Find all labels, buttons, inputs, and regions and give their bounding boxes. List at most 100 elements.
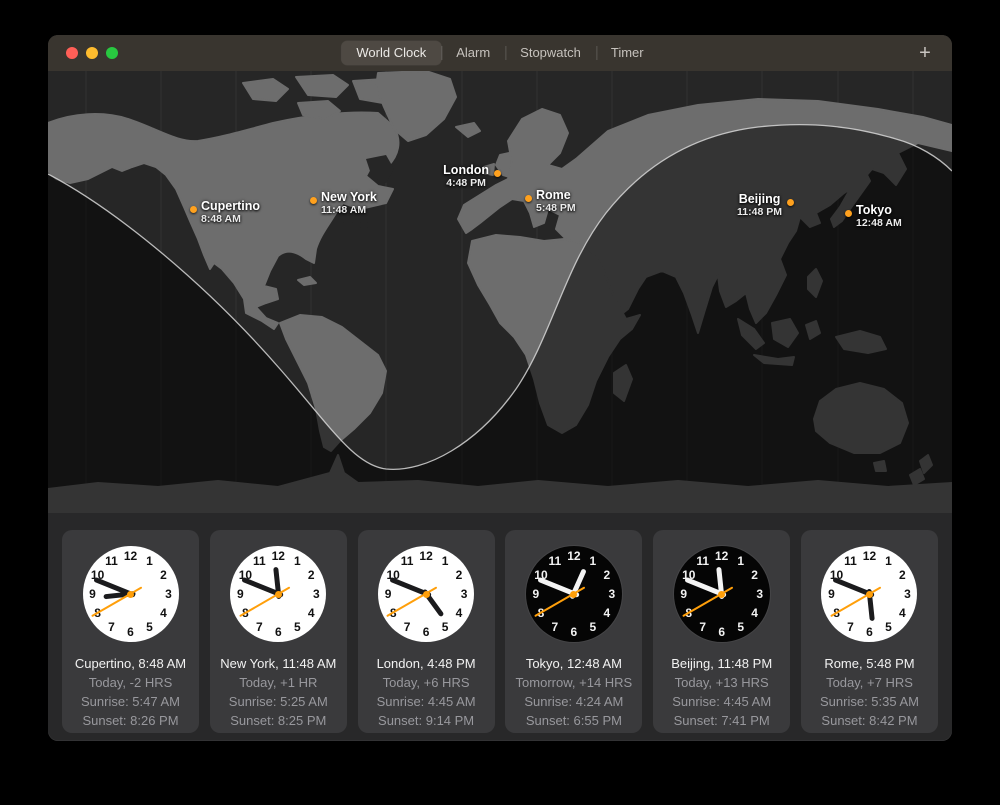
clock-numeral: 11 xyxy=(105,554,118,568)
card-city-time: Beijing, 11:48 PM xyxy=(653,654,790,673)
card-sunset: Sunset: 8:42 PM xyxy=(801,711,938,730)
clock-numeral: 4 xyxy=(603,606,610,620)
tab-world-clock[interactable]: World Clock xyxy=(341,41,441,65)
clock-numeral: 2 xyxy=(308,568,315,582)
clock-numeral: 9 xyxy=(680,587,687,601)
card-city-time: New York, 11:48 AM xyxy=(210,654,347,673)
second-hand xyxy=(91,587,142,617)
card-sunrise: Sunrise: 5:35 AM xyxy=(801,692,938,711)
clock-numeral: 5 xyxy=(590,620,597,634)
clock-numeral: 2 xyxy=(899,568,906,582)
clock-numeral: 11 xyxy=(401,554,414,568)
clock-numeral: 9 xyxy=(89,587,96,601)
map-city-time: 12:48 AM xyxy=(856,217,902,230)
clock-numeral: 6 xyxy=(866,625,873,639)
map-city-time: 8:48 AM xyxy=(201,213,260,226)
clock-center-cap-icon xyxy=(275,591,282,598)
clock-numeral: 12 xyxy=(419,549,432,563)
world-clock-card[interactable]: 123456789101112 Tokyo, 12:48 AM Tomorrow… xyxy=(505,530,642,733)
map-city-time: 5:48 PM xyxy=(536,202,576,215)
second-hand xyxy=(535,587,586,617)
minimize-button[interactable] xyxy=(86,47,98,59)
world-clock-card[interactable]: 123456789101112 Cupertino, 8:48 AM Today… xyxy=(62,530,199,733)
clock-numeral: 11 xyxy=(844,554,857,568)
analog-clock: 123456789101112 xyxy=(821,546,917,642)
clock-center-cap-icon xyxy=(718,591,725,598)
clock-numeral: 4 xyxy=(308,606,315,620)
world-clock-card[interactable]: 123456789101112 Beijing, 11:48 PM Today,… xyxy=(653,530,790,733)
card-relative-offset: Today, +13 HRS xyxy=(653,673,790,692)
clock-center-cap-icon xyxy=(127,591,134,598)
world-map-svg xyxy=(48,71,952,513)
clock-numeral: 3 xyxy=(609,587,616,601)
card-relative-offset: Today, -2 HRS xyxy=(62,673,199,692)
clock-numeral: 1 xyxy=(294,554,301,568)
analog-clock: 123456789101112 xyxy=(230,546,326,642)
clock-numeral: 2 xyxy=(603,568,610,582)
clock-numeral: 6 xyxy=(571,625,578,639)
clock-numeral: 7 xyxy=(847,620,854,634)
card-sunrise: Sunrise: 4:45 AM xyxy=(358,692,495,711)
card-city-time: Tokyo, 12:48 AM xyxy=(505,654,642,673)
traffic-lights xyxy=(66,47,118,59)
clock-numeral: 6 xyxy=(275,625,282,639)
clock-numeral: 3 xyxy=(165,587,172,601)
world-clock-card[interactable]: 123456789101112 New York, 11:48 AM Today… xyxy=(210,530,347,733)
card-sunrise: Sunrise: 4:24 AM xyxy=(505,692,642,711)
clock-numeral: 1 xyxy=(885,554,892,568)
map-city-name: Tokyo xyxy=(856,204,902,217)
tab-timer[interactable]: Timer xyxy=(596,41,659,65)
clock-numeral: 2 xyxy=(160,568,167,582)
clock-numeral: 9 xyxy=(385,587,392,601)
city-dot-icon xyxy=(190,206,197,213)
clock-numeral: 6 xyxy=(718,625,725,639)
card-relative-offset: Today, +7 HRS xyxy=(801,673,938,692)
clock-numeral: 9 xyxy=(828,587,835,601)
map-city-name: Rome xyxy=(536,189,576,202)
city-dot-icon xyxy=(310,197,317,204)
card-relative-offset: Tomorrow, +14 HRS xyxy=(505,673,642,692)
map-city-time: 11:48 AM xyxy=(321,204,377,217)
clock-numeral: 2 xyxy=(751,568,758,582)
city-cards-row: 123456789101112 Cupertino, 8:48 AM Today… xyxy=(48,513,952,733)
city-dot-icon xyxy=(787,199,794,206)
analog-clock: 123456789101112 xyxy=(378,546,474,642)
clock-numeral: 12 xyxy=(715,549,728,563)
clock-numeral: 7 xyxy=(552,620,559,634)
analog-clock: 123456789101112 xyxy=(526,546,622,642)
clock-center-cap-icon xyxy=(570,591,577,598)
clock-numeral: 7 xyxy=(699,620,706,634)
analog-clock: 123456789101112 xyxy=(674,546,770,642)
add-clock-button[interactable]: + xyxy=(912,41,938,65)
close-button[interactable] xyxy=(66,47,78,59)
card-sunset: Sunset: 8:25 PM xyxy=(210,711,347,730)
analog-clock: 123456789101112 xyxy=(83,546,179,642)
clock-numeral: 11 xyxy=(696,554,709,568)
clock-numeral: 7 xyxy=(404,620,411,634)
card-sunset: Sunset: 6:55 PM xyxy=(505,711,642,730)
clock-numeral: 7 xyxy=(108,620,115,634)
clock-center-cap-icon xyxy=(866,591,873,598)
clock-numeral: 11 xyxy=(549,554,562,568)
world-clock-card[interactable]: 123456789101112 London, 4:48 PM Today, +… xyxy=(358,530,495,733)
zoom-button[interactable] xyxy=(106,47,118,59)
clock-numeral: 1 xyxy=(146,554,153,568)
clock-numeral: 5 xyxy=(885,620,892,634)
clock-numeral: 3 xyxy=(313,587,320,601)
clock-numeral: 5 xyxy=(737,620,744,634)
card-relative-offset: Today, +1 HR xyxy=(210,673,347,692)
tab-stopwatch[interactable]: Stopwatch xyxy=(505,41,596,65)
map-city-name: New York xyxy=(321,191,377,204)
clock-numeral: 3 xyxy=(756,587,763,601)
card-city-time: Rome, 5:48 PM xyxy=(801,654,938,673)
card-relative-offset: Today, +6 HRS xyxy=(358,673,495,692)
clock-center-cap-icon xyxy=(423,591,430,598)
tab-alarm[interactable]: Alarm xyxy=(441,41,505,65)
card-sunrise: Sunrise: 5:47 AM xyxy=(62,692,199,711)
clock-app-window: World ClockAlarmStopwatchTimer + xyxy=(48,35,952,741)
world-clock-card[interactable]: 123456789101112 Rome, 5:48 PM Today, +7 … xyxy=(801,530,938,733)
clock-numeral: 1 xyxy=(442,554,449,568)
clock-numeral: 1 xyxy=(737,554,744,568)
card-sunset: Sunset: 8:26 PM xyxy=(62,711,199,730)
city-dot-icon xyxy=(845,210,852,217)
